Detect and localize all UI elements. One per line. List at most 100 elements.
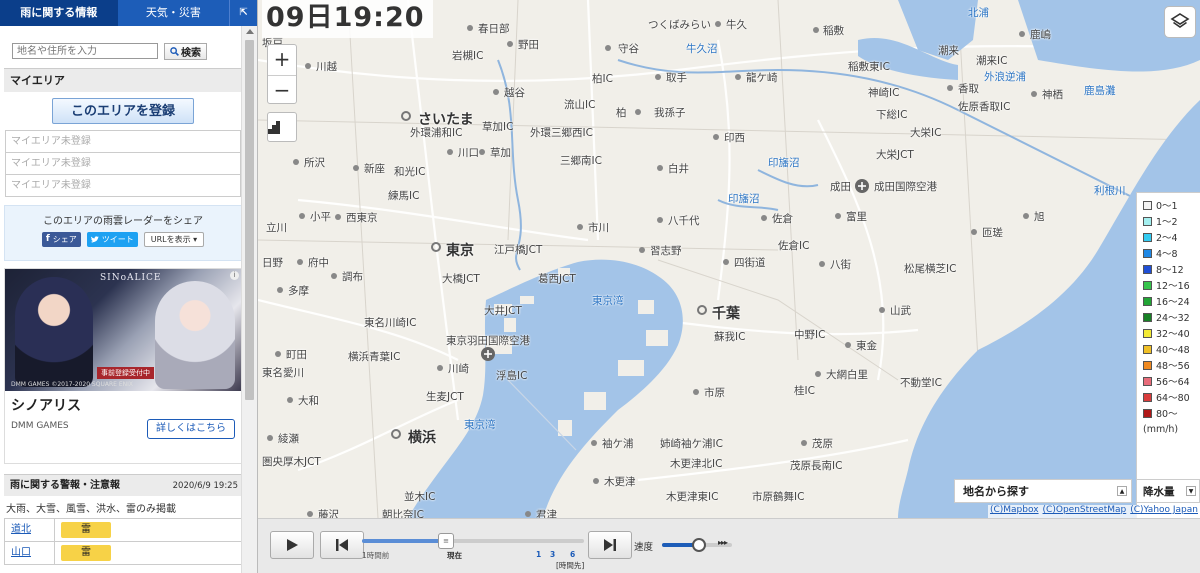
speed-slider-handle[interactable] — [692, 538, 706, 552]
ad-image[interactable]: SINoALICE 事前登録受付中 DMM GAMES ©2017-2020 S… — [5, 269, 241, 391]
step-back-button[interactable] — [320, 531, 364, 559]
myarea-slot[interactable]: マイエリア未登録 — [5, 130, 241, 153]
time-slider[interactable]: ≡ — [362, 533, 584, 549]
search-input[interactable] — [12, 43, 158, 59]
timeline-label-past: 1時間前 — [362, 551, 390, 560]
warning-region-link[interactable]: 山口 — [5, 542, 55, 564]
ad-character-left — [15, 277, 93, 387]
map-place-label: 香取 — [958, 83, 979, 95]
legend-item: 1〜2 — [1143, 213, 1200, 229]
sidebar-scrollbar[interactable] — [241, 26, 257, 573]
play-button[interactable] — [270, 531, 314, 559]
show-url-button[interactable]: URLを表示 ▾ — [143, 232, 205, 247]
map-place-label: 和光IC — [394, 166, 426, 178]
legend-swatch — [1143, 392, 1152, 402]
layers-button[interactable] — [1164, 6, 1196, 38]
expand-up-icon[interactable]: ▲ — [1117, 486, 1127, 496]
collapse-sidebar-icon[interactable]: ⇱ — [229, 0, 257, 26]
map-place-label: 不動堂IC — [900, 377, 942, 389]
myarea-slot[interactable]: マイエリア未登録 — [5, 152, 241, 175]
search-icon — [170, 46, 179, 56]
attribution-link[interactable]: (C)Yahoo Japan — [1130, 505, 1198, 518]
warning-tag: 雷 — [61, 545, 111, 561]
time-slider-handle[interactable]: ≡ — [438, 533, 454, 549]
step-back-icon — [336, 539, 348, 551]
attribution-link[interactable]: (C)OpenStreetMap — [1043, 505, 1127, 518]
map-place-label: 横浜 — [408, 430, 436, 446]
rain-legend: 0〜1 1〜2 2〜4 4〜8 8〜12 12〜16 16〜24 24〜32 32〜40 40〜4… — [1136, 192, 1200, 518]
map-place-label: 蘇我IC — [714, 331, 746, 343]
map-place-label: 西東京 — [346, 212, 378, 224]
tab-weather-disaster[interactable]: 天気・災害 — [117, 0, 230, 26]
rain-amount-selector[interactable]: 降水量 ▼ — [1136, 479, 1200, 503]
search-row: 検索 — [4, 26, 242, 64]
map-place-label: 大和 — [298, 395, 319, 407]
map-place-label: 千葉 — [712, 306, 740, 322]
tab-rain-info[interactable]: 雨に関する情報 — [0, 0, 118, 26]
twitter-share-button[interactable]: ツイート — [86, 232, 138, 247]
chevron-down-icon[interactable]: ▼ — [1186, 486, 1196, 496]
facebook-share-button[interactable]: f シェア — [41, 232, 81, 247]
legend-swatch — [1143, 248, 1152, 258]
ad-title[interactable]: シノアリス — [5, 391, 241, 415]
timeline-label-now: 現在 — [447, 551, 462, 560]
timeline-label-3h: 3 — [550, 550, 556, 559]
warnings-note: 大雨、大雪、風雪、洪水、雷のみ掲載 — [6, 504, 176, 515]
map-place-label: 草加 — [490, 147, 511, 159]
legend-label: 12〜16 — [1156, 281, 1190, 292]
map-place-label: 木更津北IC — [670, 458, 723, 470]
legend-item: 64〜80 — [1143, 389, 1200, 405]
warning-region-link[interactable]: 道北 — [5, 519, 55, 541]
ad-details-button[interactable]: 詳しくはこちら — [147, 419, 235, 439]
warnings-heading: 雨に関する警報・注意報 2020/6/9 19:25 — [4, 474, 242, 496]
step-forward-button[interactable] — [588, 531, 632, 559]
legend-unit: (mm/h) — [1143, 424, 1179, 435]
rain-amount-label: 降水量 — [1143, 486, 1175, 498]
map-place-label: 生麦JCT — [426, 391, 464, 403]
ad-logo: SINoALICE — [100, 273, 162, 283]
map-place-label: 東京湾 — [464, 419, 496, 431]
ad-info-icon[interactable]: i — [230, 271, 239, 280]
find-place-panel[interactable]: 地名から探す ▲ — [954, 479, 1132, 503]
map-place-label: 葛西JCT — [538, 273, 576, 285]
map-place-label: 取手 — [666, 72, 687, 84]
map-place-label: 藤沢 — [318, 509, 339, 518]
map-place-label: 東金 — [856, 340, 877, 352]
twitter-share-label: ツイート — [101, 235, 134, 244]
map-place-label: 山武 — [890, 305, 911, 317]
map-place-label: 市原 — [704, 387, 725, 399]
legend-item: 2〜4 — [1143, 229, 1200, 245]
legend-item: 48〜56 — [1143, 357, 1200, 373]
legend-item: 8〜12 — [1143, 261, 1200, 277]
zoom-controls: + − — [267, 44, 297, 104]
search-button[interactable]: 検索 — [164, 42, 207, 60]
myarea-heading: マイエリア — [4, 68, 242, 92]
map-place-label: 江戸橋JCT — [494, 244, 543, 256]
share-title: このエリアの雨雲レーダーをシェア — [43, 216, 203, 227]
warning-tag: 雷 — [61, 522, 111, 538]
legend-swatch — [1143, 216, 1152, 226]
scrollbar-thumb[interactable] — [245, 40, 254, 400]
map-place-label: 茂原長南IC — [790, 460, 843, 472]
map-place-label: 利根川 — [1094, 185, 1126, 197]
map-place-label: 外環浦和IC — [410, 127, 463, 139]
legend-label: 48〜56 — [1156, 361, 1190, 372]
myarea-slot[interactable]: マイエリア未登録 — [5, 174, 241, 197]
rain-radar-map[interactable]: 春日部 野田 つくばみらい 牛久 稲敷 北浦 鹿嶋 岩槻IC 守谷 牛久沼 川越 柏IC 取手 龍ケ崎 稲敷… — [258, 0, 1200, 518]
scroll-up-icon[interactable] — [246, 29, 254, 34]
map-place-label: 大栄IC — [910, 127, 942, 139]
zoom-out-button[interactable]: − — [268, 75, 296, 105]
stairs-icon — [268, 121, 280, 134]
terrain-toggle-button[interactable] — [267, 112, 297, 142]
register-area-button[interactable]: このエリアを登録 — [52, 98, 194, 124]
legend-label: 4〜8 — [1156, 249, 1178, 260]
advertisement[interactable]: SINoALICE 事前登録受付中 DMM GAMES ©2017-2020 S… — [4, 268, 242, 464]
map-place-label: 所沢 — [304, 157, 325, 169]
map-place-label: 野田 — [518, 39, 539, 51]
map-place-label: 稲敷東IC — [848, 61, 890, 73]
legend-swatch — [1143, 280, 1152, 290]
zoom-in-button[interactable]: + — [268, 45, 296, 75]
attribution-link[interactable]: (C)Mapbox — [990, 505, 1039, 518]
twitter-bird-icon — [90, 236, 99, 243]
sidebar-content: 検索 マイエリア このエリアを登録 マイエリア未登録 マイエリア未登録 マイエリ… — [4, 26, 242, 565]
